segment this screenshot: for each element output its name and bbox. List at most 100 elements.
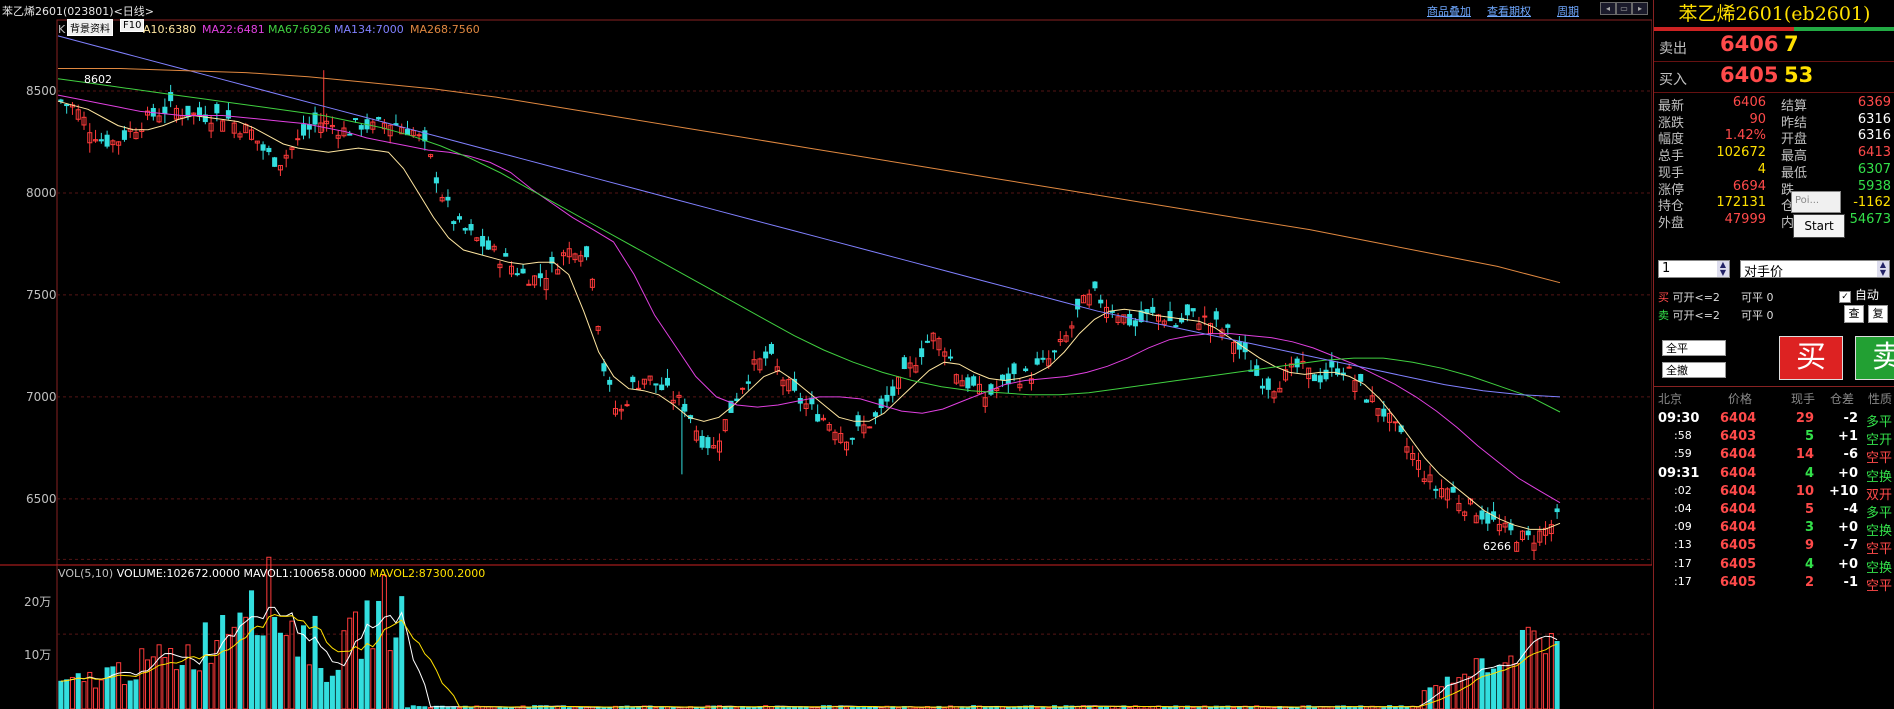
price-type-value: 对手价 [1744, 265, 1784, 280]
ask-volume: 7 [1784, 32, 1799, 56]
ma-line-ma67 [57, 78, 1561, 413]
candle-body [971, 376, 977, 386]
candle-body [260, 144, 266, 151]
price-tick-label: 7000 [26, 390, 57, 404]
volume-bar [1444, 676, 1450, 709]
checkbox-checked-icon[interactable]: ✓ [1839, 291, 1851, 303]
price-tick-label: 8000 [26, 186, 57, 200]
volume-bar [98, 679, 104, 709]
volume-bar [260, 635, 266, 709]
buy-button[interactable]: 买 [1779, 336, 1843, 380]
ma-line-ma268 [58, 68, 1561, 284]
price-type-select[interactable]: 对手价 ▲ ▼ [1740, 260, 1890, 280]
candle-body [1132, 320, 1138, 327]
background-info-button[interactable]: 背景资料 [67, 19, 113, 36]
window-restore-icon[interactable]: ▭ [1616, 2, 1632, 15]
volume-bar [145, 659, 151, 709]
buy-close-value: 0 [1766, 291, 1774, 304]
link-period[interactable]: 周期 [1557, 3, 1579, 19]
sell-close-info: 可平 0 [1741, 307, 1774, 323]
stepper-arrows-icon[interactable]: ▲ ▼ [1717, 261, 1729, 277]
volume-bar [225, 634, 231, 709]
link-view-options[interactable]: 查看期权 [1487, 3, 1531, 19]
mavol2-value: MAVOL2:87300.2000 [369, 567, 486, 580]
f10-button[interactable]: F10 [120, 19, 145, 32]
candle-body [1485, 512, 1491, 524]
volume-bar [1554, 641, 1560, 709]
volume-bar [1548, 633, 1554, 709]
candle-body [462, 228, 468, 231]
candle-body [1051, 350, 1058, 353]
quote-value: 102672 [1716, 145, 1766, 161]
chart-title: 苯乙烯2601(023801)<日线> [2, 5, 155, 18]
candle-body [468, 224, 474, 231]
volume-bar [69, 676, 75, 709]
candle-body [890, 386, 896, 396]
volume-bar [1543, 653, 1549, 709]
window-left-icon[interactable]: ◂ [1600, 2, 1616, 15]
chevron-down-icon[interactable]: ▲ ▼ [1877, 261, 1889, 277]
candle-body [705, 437, 711, 449]
tick-oi-diff: +1 [1838, 429, 1858, 445]
candle-body [1173, 325, 1179, 328]
volume-bar [81, 681, 87, 709]
candle-body [849, 437, 855, 440]
volume-bar [121, 684, 127, 709]
candle-body [763, 351, 769, 359]
candle-body [1323, 369, 1329, 380]
volume-value: VOLUME:102672.0000 [116, 567, 240, 580]
mavol1-value: MAVOL1:100658.0000 [243, 567, 367, 580]
candle-body [884, 394, 890, 402]
sell-button[interactable]: 卖 [1855, 336, 1894, 380]
candle-body [1398, 425, 1404, 433]
volume-bar [220, 615, 226, 709]
candle-body [919, 348, 925, 358]
window-right-icon[interactable]: ▸ [1632, 2, 1648, 15]
ticks-col-oi-diff: 仓差 [1830, 392, 1855, 406]
candle-body [624, 404, 630, 407]
candle-body [1023, 368, 1029, 372]
volume-bar [364, 600, 370, 709]
candle-body [352, 118, 359, 121]
ticks-col-price: 价格 [1728, 392, 1753, 406]
price-chart[interactable]: 8500 8000 7500 7000 6500 [0, 0, 1652, 709]
candle-body [347, 133, 353, 136]
candle-body [197, 107, 203, 117]
candle-body [480, 235, 486, 247]
check-button[interactable]: 查 [1844, 305, 1864, 323]
high-price-marker: 8602 [84, 73, 112, 86]
volume-bar [1433, 685, 1439, 709]
volume-bar [347, 617, 353, 709]
start-button[interactable]: Start [1793, 214, 1845, 238]
tick-oi-diff: -1 [1843, 574, 1858, 590]
volume-ma-line [60, 606, 1558, 708]
tick-oi-diff: +0 [1838, 556, 1858, 572]
volume-bar [1479, 658, 1485, 709]
volume-bar [179, 665, 185, 709]
candle-body [1098, 299, 1104, 304]
volume-prefix: VOL(5,10) [58, 567, 114, 580]
quote-value: 47999 [1724, 211, 1766, 227]
tick-row: :17 6405 2 -1 空平 [1654, 572, 1894, 594]
candle-body [1254, 365, 1260, 376]
quantity-stepper[interactable]: 1 ▲ ▼ [1658, 260, 1730, 278]
auto-checkbox[interactable]: ✓ 自动 [1839, 286, 1879, 303]
candle-body [451, 221, 457, 225]
volume-bar [104, 667, 110, 709]
tick-oi-diff: -7 [1843, 538, 1858, 554]
quantity-value: 1 [1662, 261, 1671, 276]
reset-button[interactable]: 复 [1868, 305, 1888, 323]
candle-body [867, 426, 873, 429]
candle-body [537, 273, 543, 279]
volume-bar [1491, 668, 1497, 709]
link-overlay-commodity[interactable]: 商品叠加 [1427, 3, 1471, 19]
volume-bar [173, 669, 179, 709]
close-all-button[interactable]: 全平 [1662, 340, 1726, 356]
tick-oi-diff: -2 [1843, 411, 1858, 426]
cancel-all-button[interactable]: 全撤 [1662, 362, 1726, 378]
volume-bar [1450, 682, 1456, 709]
candle-body [514, 273, 520, 276]
ticks-col-nature: 性质 [1868, 392, 1893, 406]
candle-body [1127, 314, 1133, 326]
volume-bar [393, 637, 399, 709]
